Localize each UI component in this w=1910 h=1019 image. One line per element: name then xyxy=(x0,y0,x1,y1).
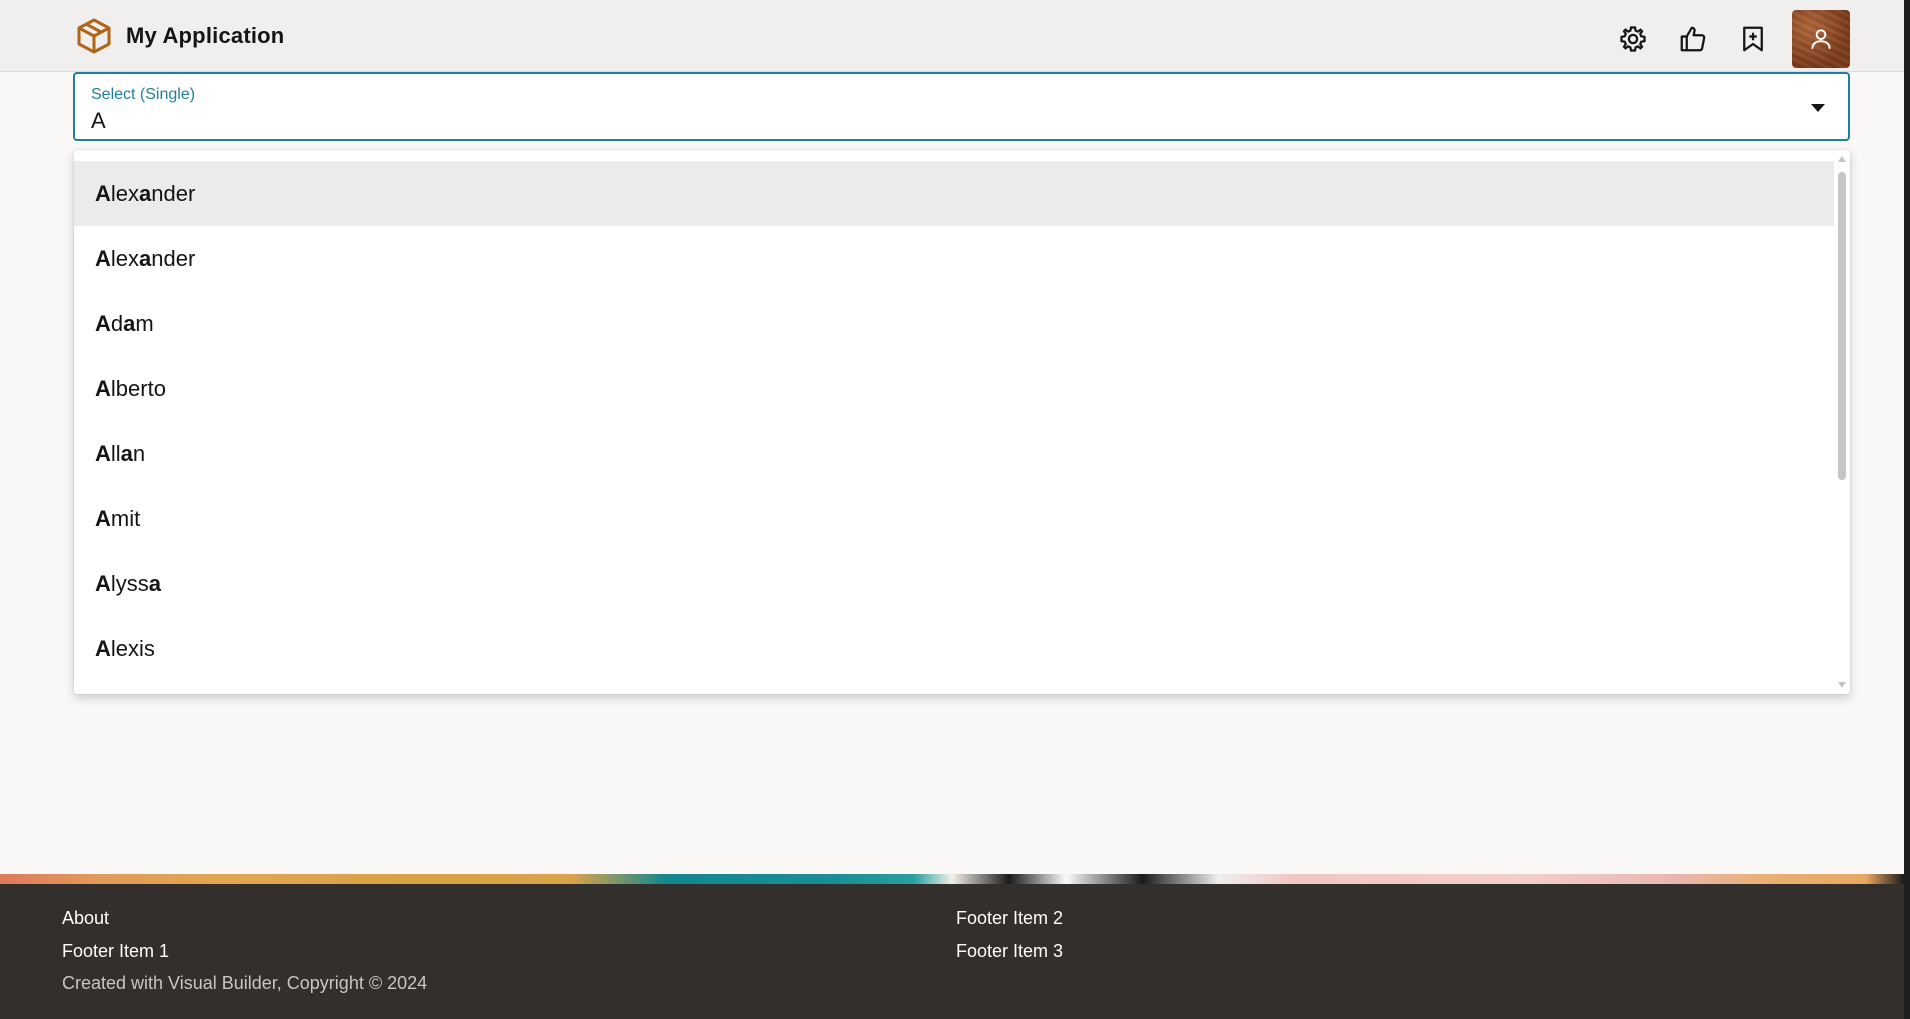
window-edge xyxy=(1904,0,1910,1019)
gear-icon xyxy=(1620,26,1646,52)
option-match-text: A xyxy=(95,570,111,596)
option-list: Alex a nder Alex a nder Ad a m Alberto All a n Amit Al… xyxy=(74,161,1834,681)
bookmark-button[interactable] xyxy=(1732,18,1774,60)
dropdown-option[interactable]: Alex a nder xyxy=(74,161,1834,226)
settings-button[interactable] xyxy=(1612,18,1654,60)
bookmark-add-icon xyxy=(1743,26,1763,52)
footer-link-item-2[interactable]: Footer Item 2 xyxy=(956,908,1063,929)
option-match-text: a xyxy=(139,245,152,271)
option-text: lex xyxy=(110,180,140,206)
scroll-thumb[interactable] xyxy=(1838,172,1846,480)
user-icon xyxy=(1811,29,1831,49)
app-footer: About Footer Item 1 Footer Item 2 Footer… xyxy=(0,884,1904,1019)
dropdown-option[interactable]: Alberto xyxy=(74,356,1834,421)
scroll-up-arrow-icon[interactable] xyxy=(1838,156,1846,162)
option-match-text: a xyxy=(120,440,133,466)
thumbs-up-icon xyxy=(1680,26,1706,52)
option-match-text: A xyxy=(95,375,111,401)
dropdown-option[interactable]: Adam xyxy=(74,291,1834,356)
dropdown-scrollbar[interactable] xyxy=(1834,150,1850,694)
decorative-art-strip xyxy=(0,874,1904,884)
dropdown-option[interactable]: All a n xyxy=(74,421,1834,486)
option-text: d xyxy=(110,310,124,336)
option-match-text: a xyxy=(139,180,152,206)
option-match-text: a xyxy=(148,570,162,596)
dropdown-listbox: Alex a nder Alex a nder Ad a m Alberto All a n Amit Al… xyxy=(74,150,1850,694)
option-text: lex xyxy=(110,245,140,271)
option-text: lyss xyxy=(110,570,149,596)
dropdown-option[interactable]: Alex a nder xyxy=(74,226,1834,291)
header-actions xyxy=(1612,10,1850,68)
option-text: lberto xyxy=(110,375,166,401)
like-button[interactable] xyxy=(1672,18,1714,60)
cube-logo-icon xyxy=(77,18,111,54)
copyright-text: Created with Visual Builder, Copyright ©… xyxy=(62,973,428,993)
option-match-text: A xyxy=(95,440,111,466)
dropdown-arrow-icon[interactable] xyxy=(1808,98,1828,118)
option-match-text: a xyxy=(123,310,136,336)
option-match-text: A xyxy=(95,635,111,661)
select-label: Select (Single) xyxy=(91,86,196,103)
user-avatar-button[interactable] xyxy=(1792,10,1850,68)
app-header: My Application xyxy=(0,0,1904,72)
app-title: My Application xyxy=(126,23,285,48)
scroll-down-arrow-icon[interactable] xyxy=(1838,682,1846,688)
option-text: lexis xyxy=(110,635,155,661)
select-input[interactable] xyxy=(91,108,1741,134)
dropdown-option[interactable]: Alexis xyxy=(74,616,1834,681)
single-select-field[interactable]: Select (Single) xyxy=(73,72,1850,141)
option-text: nder xyxy=(151,245,196,271)
option-match-text: A xyxy=(95,180,111,206)
footer-link-about[interactable]: About xyxy=(62,908,109,929)
option-match-text: A xyxy=(95,505,111,531)
option-text: ll xyxy=(110,440,121,466)
option-text: nder xyxy=(151,180,196,206)
brand: My Application xyxy=(76,17,284,55)
footer-link-item-1[interactable]: Footer Item 1 xyxy=(62,941,169,962)
option-text: mit xyxy=(110,505,141,531)
dropdown-option[interactable]: Amit xyxy=(74,486,1834,551)
dropdown-option[interactable]: Alyss a xyxy=(74,551,1834,616)
footer-link-item-3[interactable]: Footer Item 3 xyxy=(956,941,1063,962)
option-text: n xyxy=(132,440,146,466)
option-match-text: A xyxy=(95,245,111,271)
option-text: m xyxy=(135,310,154,336)
option-match-text: A xyxy=(95,310,111,336)
